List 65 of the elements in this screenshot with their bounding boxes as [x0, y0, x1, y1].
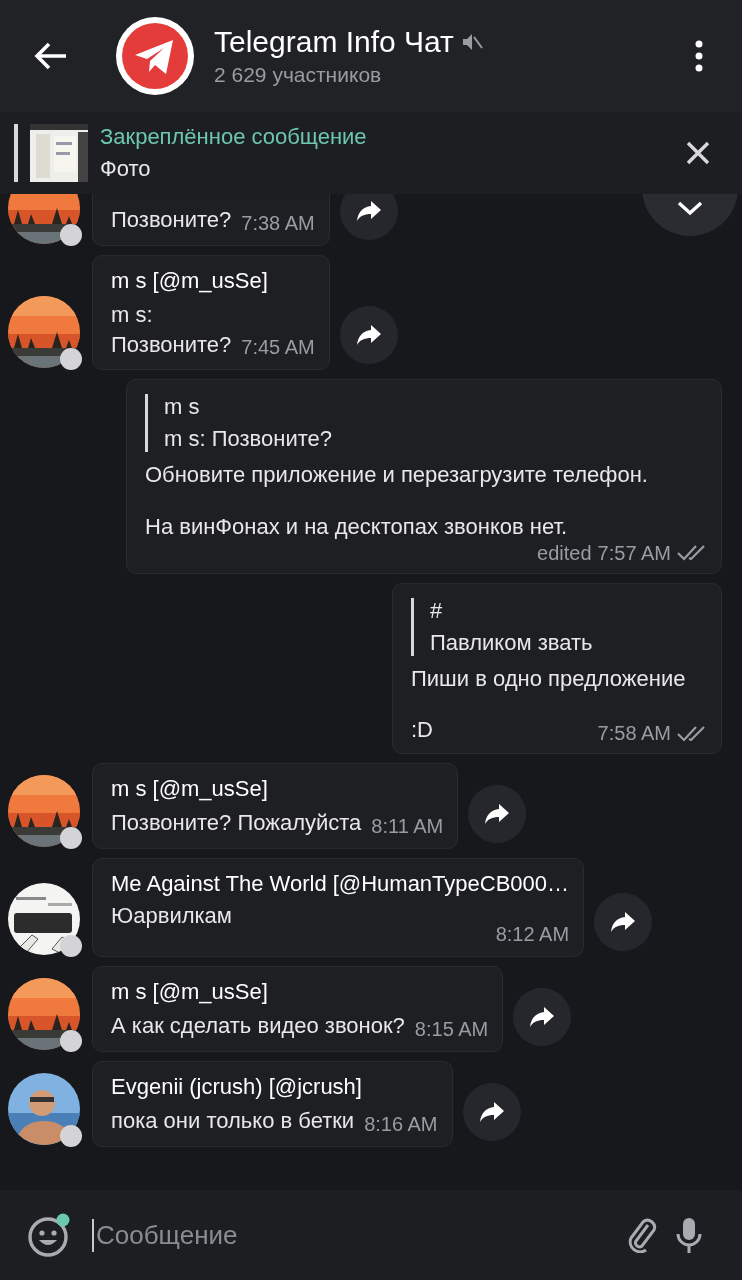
- composer-bar[interactable]: Сообщение: [0, 1190, 742, 1280]
- chevron-down-icon: [677, 200, 703, 216]
- message-bubble[interactable]: m s m s: Позвоните? Обновите приложение и перезагрузите телефон. На винФонах и на десктопах звонков нет. edited 7:57 AM: [126, 379, 722, 574]
- sender-name: Evgenii (jcrush) [@jcrush]: [111, 1073, 363, 1100]
- message-time: 8:15 AM: [414, 1017, 489, 1041]
- member-count: 2 629 участников: [214, 63, 383, 87]
- status-dot: [60, 1124, 82, 1147]
- edited-label: edited: [537, 541, 592, 565]
- message-text: :D: [411, 716, 433, 745]
- message-text: m s: Позвоните?: [111, 301, 232, 359]
- message-text: Пиши в одно предложение: [411, 664, 687, 693]
- message-time: 8:16 AM: [364, 1112, 438, 1136]
- message-time: 7:58 AM: [597, 722, 671, 746]
- message-text: Обновите приложение и перезагрузите телефон.: [145, 461, 649, 490]
- message-bubble[interactable]: # Павликом звать Пиши в одно предложение :D 7:58 AM: [392, 582, 722, 755]
- status-dot: [60, 224, 82, 246]
- chat-avatar-icon[interactable]: [116, 17, 194, 95]
- message-time: 8:12 AM: [495, 923, 570, 947]
- pinned-text: Фото: [100, 156, 152, 182]
- status-dot: [60, 348, 82, 371]
- back-icon[interactable]: [34, 41, 68, 71]
- microphone-icon[interactable]: [676, 1216, 702, 1254]
- message-text: Юарвилкам: [111, 902, 233, 930]
- pinned-label: Закреплённое сообщение: [100, 124, 368, 150]
- close-icon[interactable]: [686, 141, 710, 165]
- quote-text: Павликом звать: [430, 629, 593, 656]
- pinned-bar[interactable]: Закреплённое сообщение Фото: [0, 112, 742, 194]
- sender-name: m s [@m_usSe]: [111, 268, 269, 294]
- message-text: А как сделать видео звонок?: [111, 1012, 405, 1041]
- status-dot: [60, 826, 82, 849]
- message-time: 7:38 AM: [241, 212, 315, 235]
- message-bubble[interactable]: m s [@m_usSe] А как сделать видео звонок? 8:15 AM: [92, 966, 504, 1052]
- message-time: 8:11 AM: [371, 814, 444, 838]
- share-icon: [355, 200, 382, 222]
- share-icon: [610, 911, 637, 934]
- message-time: 7:45 AM: [241, 336, 315, 360]
- status-dot: [60, 1029, 82, 1052]
- sender-name: m s [@m_usSe]: [111, 979, 269, 1006]
- sender-name: m s [@m_usSe]: [111, 776, 269, 803]
- sender-name: Me Against The World [@HumanTypeCB000…: [111, 870, 570, 897]
- message-bubble[interactable]: m s [@m_usSe] Позвоните? Пожалуйста 8:11 AM: [92, 763, 459, 849]
- share-button[interactable]: [339, 194, 398, 240]
- reply-quote[interactable]: m s m s: Позвоните?: [145, 394, 332, 453]
- message-time: 7:57 AM: [597, 541, 671, 565]
- share-icon: [529, 1005, 556, 1028]
- message-text: пока они только в бетки: [111, 1106, 355, 1135]
- message-text: На винФонах и на десктопах звонков нет.: [145, 513, 568, 542]
- message-bubble[interactable]: Me Against The World [@HumanTypeCB000… Юарвилкам 8:12 AM: [92, 857, 585, 958]
- message-input[interactable]: Сообщение: [92, 1218, 610, 1252]
- quote-author: #: [430, 597, 444, 624]
- menu-icon[interactable]: [694, 40, 704, 72]
- quote-text: m s: Позвоните?: [164, 426, 332, 453]
- message-bubble[interactable]: Evgenii (jcrush) [@jcrush] пока они только в бетки 8:16 AM: [92, 1060, 453, 1147]
- paperclip-icon[interactable]: [628, 1217, 658, 1253]
- share-icon: [484, 802, 511, 825]
- share-icon: [355, 324, 382, 347]
- share-icon: [478, 1100, 505, 1123]
- status-dot: [60, 935, 82, 958]
- message-bubble[interactable]: Позвоните? 7:38 AM: [92, 194, 330, 246]
- reply-quote[interactable]: # Павликом звать: [411, 597, 593, 656]
- message-text: Позвоните? Пожалуйста: [111, 809, 362, 838]
- quote-author: m s: [164, 394, 201, 421]
- message-text: Позвоните?: [111, 206, 232, 235]
- chat-title: Telegram Info Чат: [214, 25, 454, 59]
- message-bubble[interactable]: m s [@m_usSe] m s: Позвоните? 7:45 AM: [92, 255, 330, 371]
